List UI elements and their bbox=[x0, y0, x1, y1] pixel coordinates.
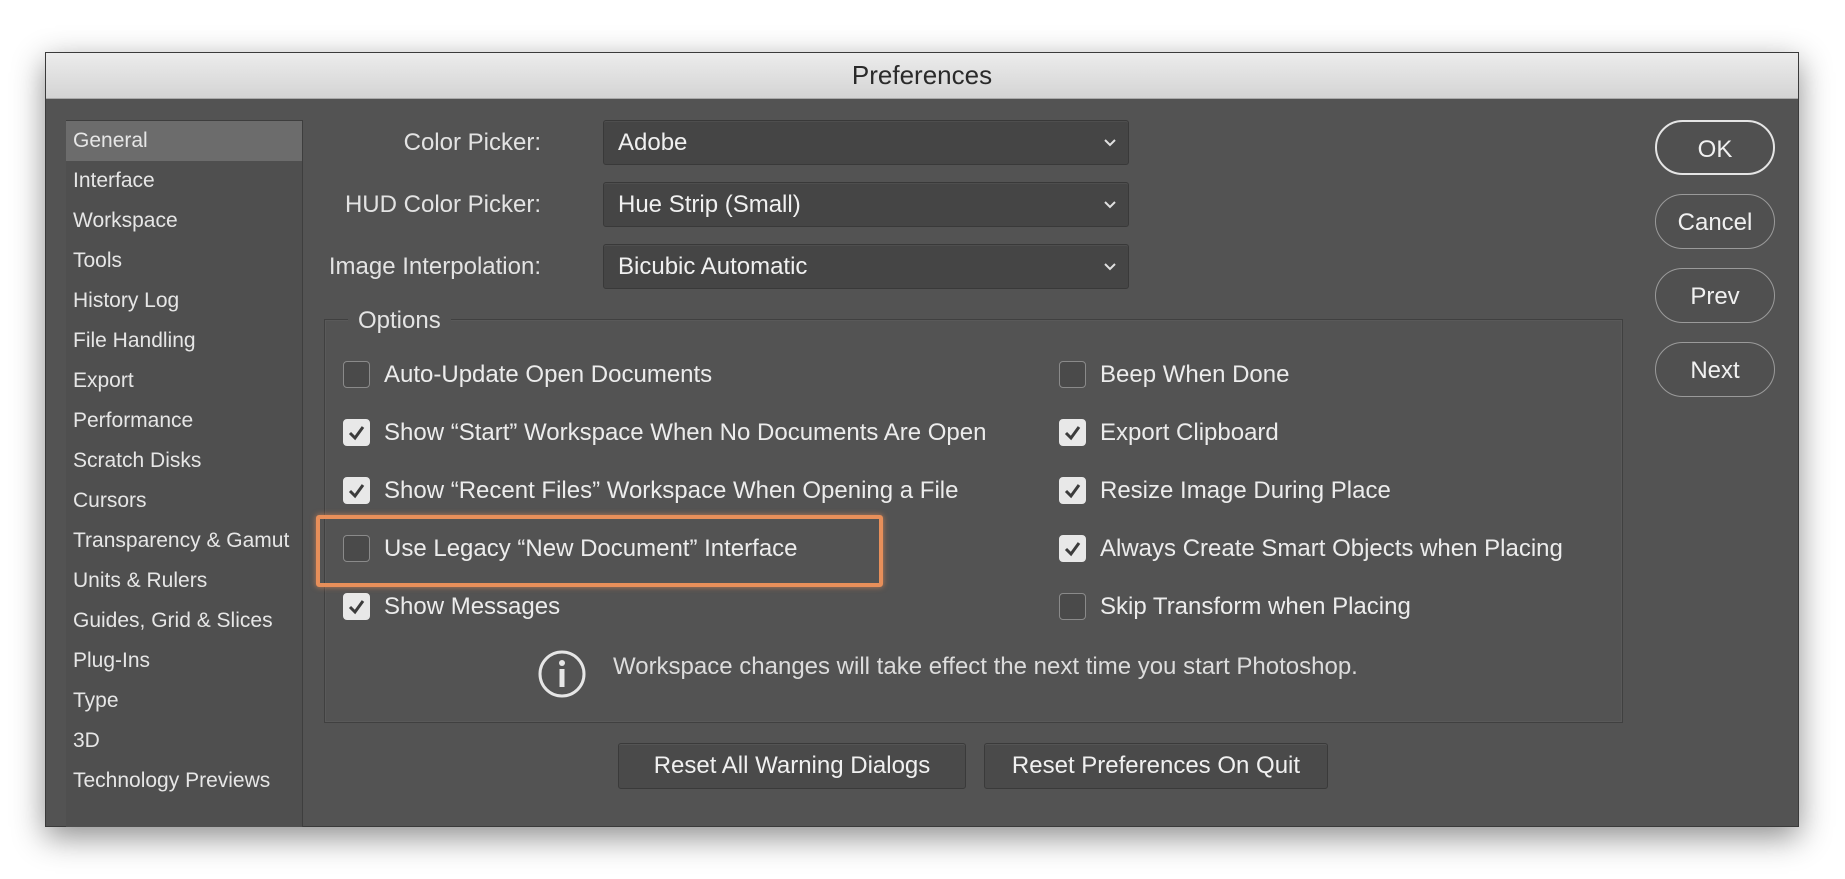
option-label: Always Create Smart Objects when Placing bbox=[1100, 535, 1563, 562]
sidebar-item-type[interactable]: Type bbox=[66, 681, 302, 721]
color-picker-select[interactable]: Adobe bbox=[603, 120, 1129, 165]
sidebar-item-plug-ins[interactable]: Plug-Ins bbox=[66, 641, 302, 681]
option-label: Skip Transform when Placing bbox=[1100, 593, 1411, 620]
reset-all-warning-dialogs-button[interactable]: Reset All Warning Dialogs bbox=[618, 743, 966, 789]
checkbox[interactable] bbox=[1059, 593, 1086, 620]
checkmark-icon bbox=[1064, 484, 1081, 499]
option-label: Auto-Update Open Documents bbox=[384, 361, 713, 388]
sidebar-item-general[interactable]: General bbox=[66, 121, 302, 161]
checkmark-icon bbox=[1064, 426, 1081, 441]
checkmark-icon bbox=[348, 484, 365, 499]
sidebar-item-file-handling[interactable]: File Handling bbox=[66, 321, 302, 361]
chevron-down-icon bbox=[1104, 201, 1116, 209]
checkbox-checked[interactable] bbox=[1059, 535, 1086, 562]
chevron-down-icon bbox=[1104, 139, 1116, 147]
prev-button[interactable]: Prev bbox=[1655, 268, 1775, 323]
checkbox-checked[interactable] bbox=[343, 419, 370, 446]
sidebar-item-tools[interactable]: Tools bbox=[66, 241, 302, 281]
highlight-annotation bbox=[316, 515, 883, 587]
checkbox[interactable] bbox=[343, 361, 370, 388]
info-message: Workspace changes will take effect the n… bbox=[613, 653, 1358, 680]
option-label: Show Messages bbox=[384, 593, 561, 620]
sidebar-item-scratch-disks[interactable]: Scratch Disks bbox=[66, 441, 302, 481]
color-picker-label: Color Picker: bbox=[403, 129, 541, 156]
sidebar-item-interface[interactable]: Interface bbox=[66, 161, 302, 201]
checkbox-checked[interactable] bbox=[343, 593, 370, 620]
checkbox-checked[interactable] bbox=[1059, 419, 1086, 446]
sidebar: General Interface Workspace Tools Histor… bbox=[66, 120, 303, 827]
sidebar-item-performance[interactable]: Performance bbox=[66, 401, 302, 441]
cancel-button[interactable]: Cancel bbox=[1655, 194, 1775, 249]
image-interpolation-label: Image Interpolation: bbox=[328, 253, 541, 280]
window-title: Preferences bbox=[46, 53, 1798, 99]
sidebar-item-history-log[interactable]: History Log bbox=[66, 281, 302, 321]
color-picker-value: Adobe bbox=[618, 129, 688, 156]
sidebar-item-cursors[interactable]: Cursors bbox=[66, 481, 302, 521]
chevron-down-icon bbox=[1104, 263, 1116, 271]
ok-button[interactable]: OK bbox=[1655, 120, 1775, 175]
option-label: Show “Start” Workspace When No Documents… bbox=[384, 419, 987, 446]
image-interpolation-value: Bicubic Automatic bbox=[618, 253, 808, 280]
hud-color-picker-select[interactable]: Hue Strip (Small) bbox=[603, 182, 1129, 227]
sidebar-item-transparency-gamut[interactable]: Transparency & Gamut bbox=[66, 521, 302, 561]
options-legend: Options bbox=[348, 307, 451, 335]
checkbox-checked[interactable] bbox=[343, 477, 370, 504]
reset-preferences-on-quit-button[interactable]: Reset Preferences On Quit bbox=[984, 743, 1328, 789]
checkmark-icon bbox=[348, 600, 365, 615]
sidebar-item-workspace[interactable]: Workspace bbox=[66, 201, 302, 241]
next-button[interactable]: Next bbox=[1655, 342, 1775, 397]
sidebar-item-export[interactable]: Export bbox=[66, 361, 302, 401]
sidebar-item-guides-grid-slices[interactable]: Guides, Grid & Slices bbox=[66, 601, 302, 641]
option-label: Resize Image During Place bbox=[1100, 477, 1391, 504]
checkmark-icon bbox=[348, 426, 365, 441]
preferences-dialog: Preferences General Interface Workspace … bbox=[45, 52, 1799, 827]
hud-color-picker-value: Hue Strip (Small) bbox=[618, 191, 801, 218]
checkmark-icon bbox=[1064, 542, 1081, 557]
info-icon bbox=[538, 650, 586, 698]
option-label: Beep When Done bbox=[1100, 361, 1290, 388]
checkbox-checked[interactable] bbox=[1059, 477, 1086, 504]
option-label: Export Clipboard bbox=[1100, 419, 1279, 446]
checkbox[interactable] bbox=[1059, 361, 1086, 388]
image-interpolation-select[interactable]: Bicubic Automatic bbox=[603, 244, 1129, 289]
option-label: Show “Recent Files” Workspace When Openi… bbox=[384, 477, 959, 504]
hud-color-picker-label: HUD Color Picker: bbox=[344, 191, 541, 218]
sidebar-item-units-rulers[interactable]: Units & Rulers bbox=[66, 561, 302, 601]
sidebar-item-technology-previews[interactable]: Technology Previews bbox=[66, 761, 302, 801]
sidebar-item-3d[interactable]: 3D bbox=[66, 721, 302, 761]
